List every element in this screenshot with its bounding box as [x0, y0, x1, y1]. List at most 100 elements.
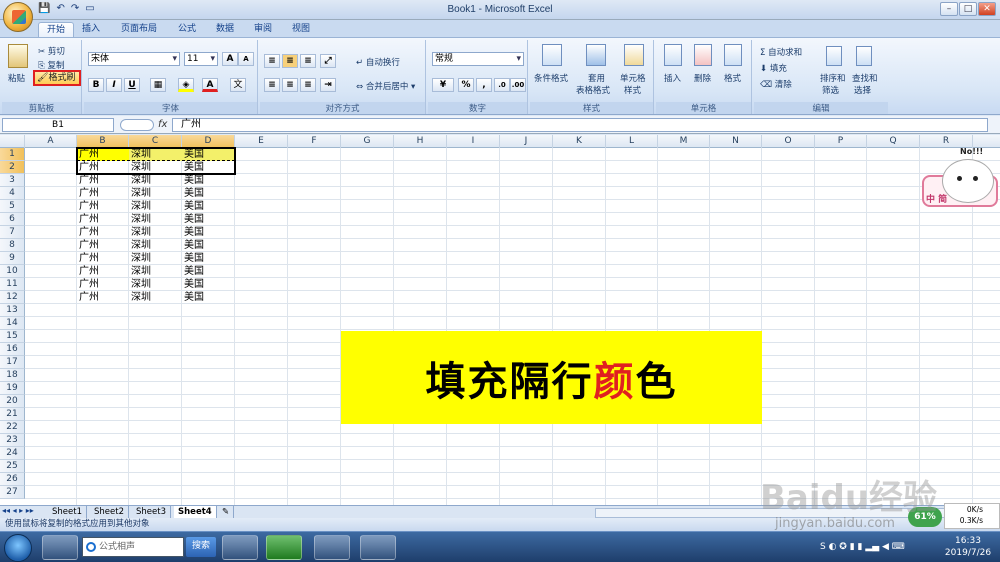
comma-button[interactable]: ,	[476, 78, 492, 92]
cell-d6[interactable]: 美国	[182, 213, 235, 226]
formula-function-dropdown[interactable]	[120, 119, 154, 131]
row-header-10[interactable]: 10	[0, 265, 25, 278]
cell-d5[interactable]: 美国	[182, 200, 235, 213]
row-header-11[interactable]: 11	[0, 278, 25, 291]
cell-d11[interactable]: 美国	[182, 278, 235, 291]
underline-button[interactable]: U	[124, 78, 140, 92]
minimize-button[interactable]: –	[940, 2, 958, 16]
close-button[interactable]: ✕	[978, 2, 996, 16]
find-select-line2[interactable]: 选择	[854, 84, 871, 96]
cell-c6[interactable]: 深圳	[129, 213, 182, 226]
row-header-4[interactable]: 4	[0, 187, 25, 200]
row-header-16[interactable]: 16	[0, 343, 25, 356]
font-name-combo[interactable]: 宋体	[88, 52, 180, 66]
row-header-17[interactable]: 17	[0, 356, 25, 369]
clear-button[interactable]: ⌫ 清除	[760, 78, 792, 90]
insert-cells-button[interactable]: 插入	[664, 72, 681, 84]
cell-b10[interactable]: 广州	[77, 265, 129, 278]
column-header-m[interactable]: M	[658, 135, 710, 148]
row-header-15[interactable]: 15	[0, 330, 25, 343]
row-header-25[interactable]: 25	[0, 460, 25, 473]
paste-icon[interactable]	[8, 44, 28, 68]
table-format-line1[interactable]: 套用	[588, 72, 605, 84]
column-header-j[interactable]: J	[500, 135, 553, 148]
table-format-line2[interactable]: 表格格式	[576, 84, 610, 96]
shrink-font-button[interactable]: A	[238, 52, 254, 66]
cell-b6[interactable]: 广州	[77, 213, 129, 226]
row-header-20[interactable]: 20	[0, 395, 25, 408]
cell-b4[interactable]: 广州	[77, 187, 129, 200]
grow-font-button[interactable]: A	[222, 52, 238, 66]
360-security-icon[interactable]	[222, 535, 258, 560]
row-header-18[interactable]: 18	[0, 369, 25, 382]
find-select-line1[interactable]: 查找和	[852, 72, 878, 84]
row-header-24[interactable]: 24	[0, 447, 25, 460]
cell-d8[interactable]: 美国	[182, 239, 235, 252]
number-format-combo[interactable]: 常规	[432, 52, 524, 66]
tray-icons[interactable]: S ◐ ✪ ▮ ▮ ▂▄ ◀ ⌨	[820, 542, 905, 552]
cell-b8[interactable]: 广州	[77, 239, 129, 252]
cell-b5[interactable]: 广州	[77, 200, 129, 213]
name-box[interactable]: B1	[2, 118, 114, 132]
row-header-14[interactable]: 14	[0, 317, 25, 330]
column-header-a[interactable]: A	[25, 135, 77, 148]
cell-b11[interactable]: 广州	[77, 278, 129, 291]
maximize-button[interactable]: □	[959, 2, 977, 16]
row-header-1[interactable]: 1	[0, 148, 25, 161]
tab-view[interactable]: 视图	[284, 22, 318, 38]
align-left-icon[interactable]: ≡	[264, 78, 280, 92]
indent-icon[interactable]: ⇥	[320, 78, 336, 92]
cell-c11[interactable]: 深圳	[129, 278, 182, 291]
row-header-8[interactable]: 8	[0, 239, 25, 252]
cut-button[interactable]: ✂ 剪切	[38, 45, 65, 57]
sort-filter-line1[interactable]: 排序和	[820, 72, 846, 84]
font-size-combo[interactable]: 11	[184, 52, 218, 66]
cell-d9[interactable]: 美国	[182, 252, 235, 265]
fill-button[interactable]: ⬇ 填充	[760, 62, 787, 74]
column-header-n[interactable]: N	[710, 135, 762, 148]
column-header-q[interactable]: Q	[867, 135, 920, 148]
row-header-5[interactable]: 5	[0, 200, 25, 213]
cell-b7[interactable]: 广州	[77, 226, 129, 239]
wechat-icon[interactable]	[314, 535, 350, 560]
sort-filter-line2[interactable]: 筛选	[822, 84, 839, 96]
decrease-decimal-icon[interactable]: .00	[510, 78, 526, 92]
row-header-7[interactable]: 7	[0, 226, 25, 239]
row-header-12[interactable]: 12	[0, 291, 25, 304]
align-center-icon[interactable]: ≡	[282, 78, 298, 92]
tab-insert[interactable]: 插入	[74, 22, 108, 38]
conditional-format-button[interactable]: 条件格式	[534, 72, 568, 84]
cell-c9[interactable]: 深圳	[129, 252, 182, 265]
column-header-e[interactable]: E	[235, 135, 288, 148]
excel-taskbar-icon[interactable]	[266, 535, 302, 560]
tab-page-layout[interactable]: 页面布局	[113, 22, 165, 38]
italic-button[interactable]: I	[106, 78, 122, 92]
font-color-button[interactable]: A	[202, 78, 218, 92]
phonetic-button[interactable]: 文	[230, 78, 246, 92]
taskbar-search-input[interactable]: 公式相声	[82, 537, 184, 557]
start-button[interactable]	[4, 534, 32, 562]
sheet-nav-arrows-icon[interactable]: ◂◂ ◂ ▸ ▸▸	[2, 506, 34, 515]
tab-home[interactable]: 开始	[38, 22, 75, 38]
row-header-13[interactable]: 13	[0, 304, 25, 317]
column-header-o[interactable]: O	[762, 135, 815, 148]
column-header-k[interactable]: K	[553, 135, 606, 148]
cell-c12[interactable]: 深圳	[129, 291, 182, 304]
cell-b12[interactable]: 广州	[77, 291, 129, 304]
cell-style-line2[interactable]: 样式	[624, 84, 641, 96]
row-header-27[interactable]: 27	[0, 486, 25, 499]
row-header-23[interactable]: 23	[0, 434, 25, 447]
column-header-i[interactable]: I	[447, 135, 500, 148]
increase-decimal-icon[interactable]: .0	[494, 78, 510, 92]
fill-color-button[interactable]: ◈	[178, 78, 194, 92]
taskbar-clock[interactable]: 16:33 2019/7/26	[936, 535, 1000, 559]
browser-icon[interactable]	[360, 535, 396, 560]
windows-app-icon[interactable]	[42, 535, 78, 560]
align-top-icon[interactable]: ≡	[264, 54, 280, 68]
percent-button[interactable]: %	[458, 78, 474, 92]
cell-d4[interactable]: 美国	[182, 187, 235, 200]
column-header-g[interactable]: G	[341, 135, 394, 148]
currency-icon[interactable]: ¥	[432, 78, 454, 92]
cell-d7[interactable]: 美国	[182, 226, 235, 239]
align-right-icon[interactable]: ≡	[300, 78, 316, 92]
